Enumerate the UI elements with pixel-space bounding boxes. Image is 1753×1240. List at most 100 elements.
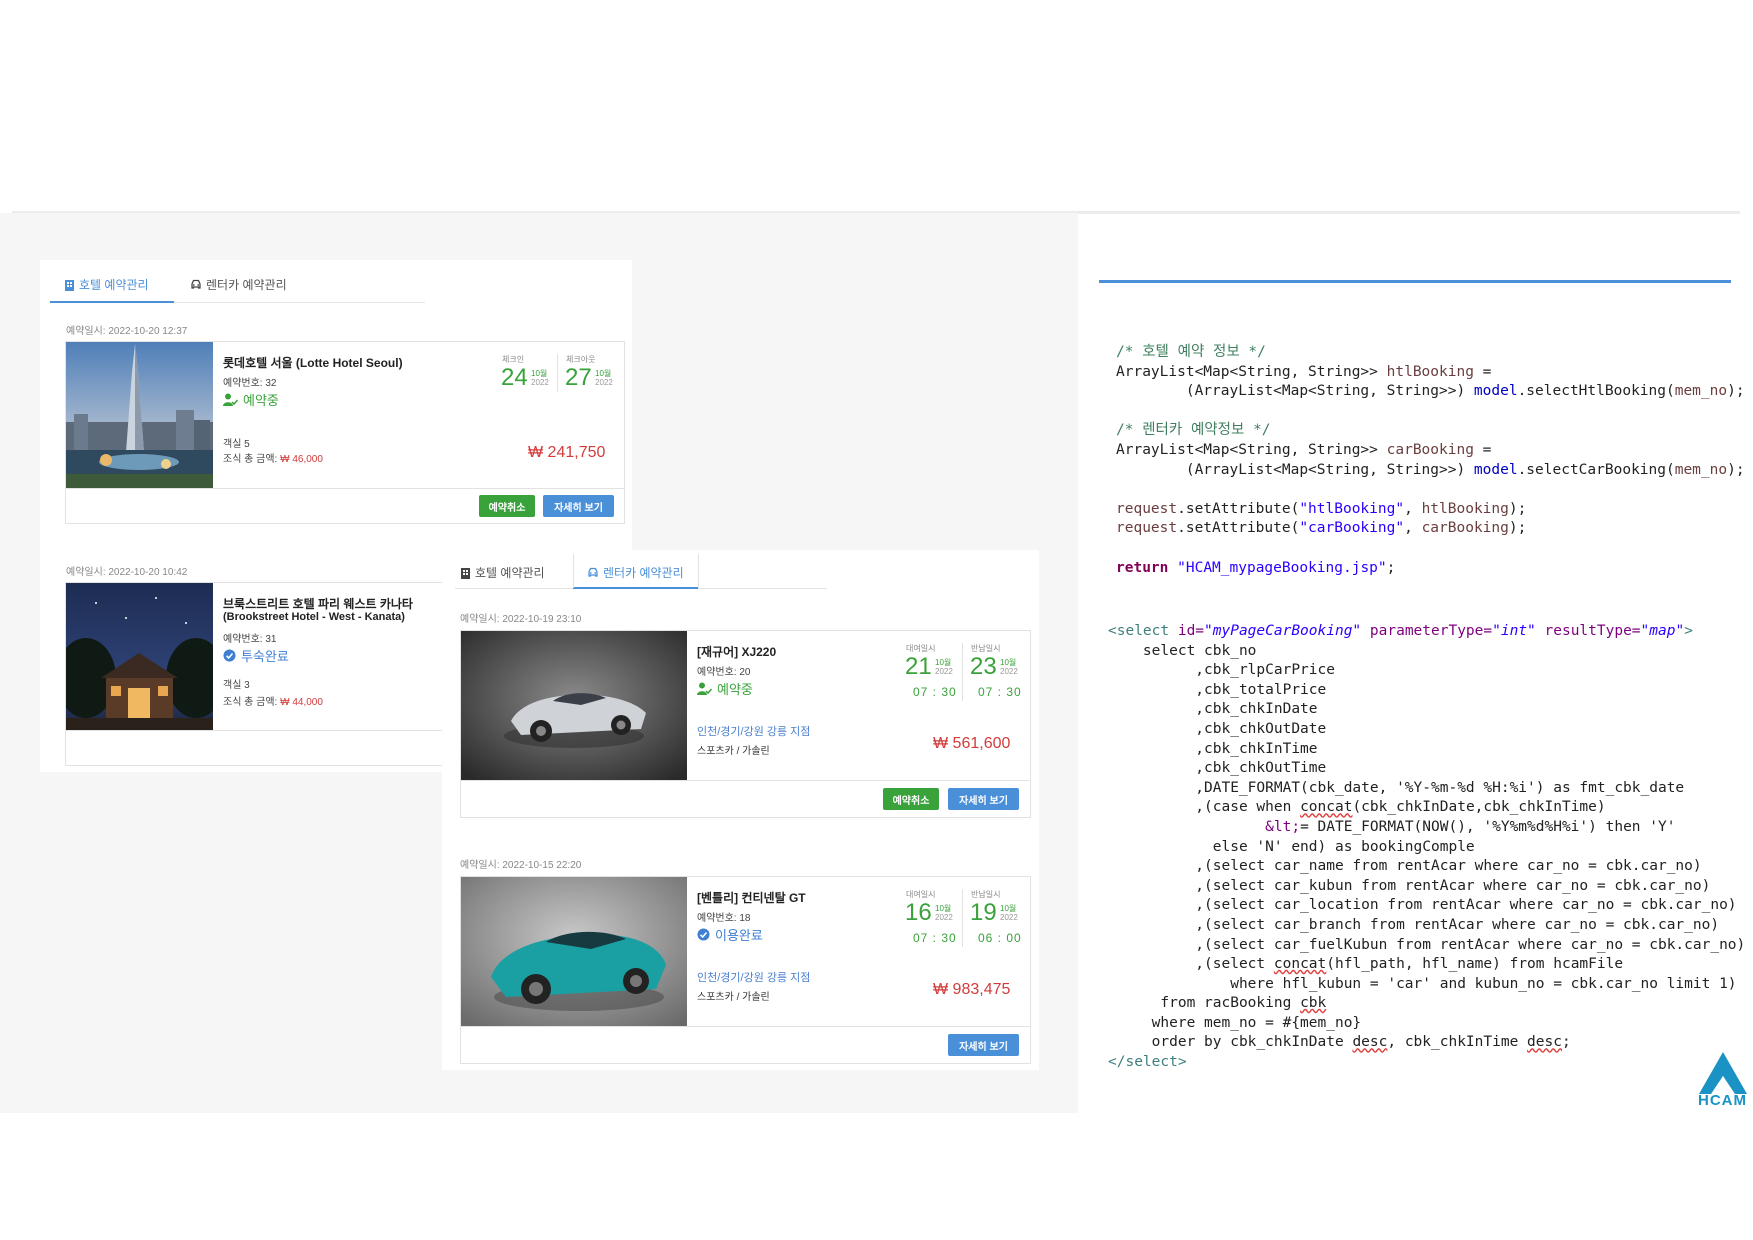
code-line: ,(select car_name from rentAcar where ca… [1108,858,1702,875]
date-separator [962,889,963,947]
code-token: from racBooking [1108,995,1301,1012]
check-circle-icon [697,928,710,941]
hotel-photo [66,342,213,488]
code-token: htlBooking [1421,500,1509,517]
code-token: , cbk_chkInTime [1387,1034,1528,1051]
code-token: = DATE_FORMAT(NOW(), '%Y%m%d%H%i') then … [1300,818,1676,835]
breakfast-amount: ₩ 46,000 [280,454,323,465]
code-token: carBooking [1386,441,1474,458]
rental-month: 10월 [935,904,952,913]
lotte-tower-image [66,342,213,488]
user-icon [223,393,238,406]
tab-hotel-label: 호텔 예약관리 [475,566,545,580]
code-token: = [1473,441,1492,458]
cancel-booking-button[interactable]: 예약취소 [883,788,939,810]
date-separator [962,643,963,701]
rental-month: 10월 [935,658,952,667]
tab-car-booking[interactable]: 렌터카 예약관리 [190,276,287,293]
code-token: "carBooking" [1299,520,1405,537]
booking-date: 예약일시: 2022-10-20 10:42 [66,567,188,578]
checkin-day: 24 [501,364,528,391]
tab-hotel-booking[interactable]: 호텔 예약관리 [460,564,545,581]
checkout-month-year: 10월 2022 [595,369,613,387]
hotel-name-english: (Brookstreet Hotel - West - Kanata) [223,611,405,623]
booking-date: 예약일시: 2022-10-19 23:10 [460,614,582,625]
code-token: (hfl_path, hfl_name) from hcamFile [1326,956,1624,973]
active-tab-indicator [50,301,174,303]
return-time: 06 : 00 [978,931,1022,945]
code-token: request [1116,500,1178,517]
code-line: ,cbk_rlpCarPrice [1108,662,1335,679]
cancel-booking-button[interactable]: 예약취소 [479,495,535,517]
code-line: ,(select car_location from rentAcar wher… [1108,897,1737,914]
code-token: .setAttribute( [1177,500,1300,517]
car-name: [재규어] XJ220 [697,645,777,659]
card-footer-divider [66,730,443,731]
rental-time: 07 : 30 [913,931,957,945]
active-tab-left-border [573,554,574,588]
view-details-button[interactable]: 자세히 보기 [543,495,614,517]
status-badge: 투숙완료 [223,646,289,665]
return-time: 07 : 30 [978,685,1022,699]
card-footer-divider [66,488,624,489]
breakfast-amount: ₩ 44,000 [280,697,323,708]
car-photo [461,631,687,780]
code-token: "htlBooking" [1299,500,1405,517]
code-token: request [1116,520,1178,537]
car-category: 스포츠카 / 가솔린 [697,746,770,757]
code-token: ArrayList<Map<String, String>> [1116,363,1387,380]
view-details-button[interactable]: 자세히 보기 [948,1034,1019,1056]
rental-time: 07 : 30 [913,685,957,699]
return-year: 2022 [1000,913,1018,922]
card-footer-divider [461,1026,1030,1027]
view-details-button[interactable]: 자세히 보기 [948,788,1019,810]
code-token: <select [1108,623,1170,639]
rental-day: 21 [905,653,932,680]
rental-month-year: 10월 2022 [935,904,953,922]
breakfast-label: 조식 총 금액: [223,697,281,708]
card-footer-divider [461,780,1030,781]
code-section-divider [1099,280,1731,283]
car-name: [벤틀리] 컨티넨탈 GT [697,891,806,905]
booking-number: 예약번호: 31 [223,634,277,645]
code-line: ,(select car_branch from rentAcar where … [1108,916,1720,933]
checkout-day: 27 [565,364,592,391]
code-token: "HCAM_mypageBooking.jsp" [1177,559,1387,576]
car-photo [461,877,687,1026]
code-token: &lt; [1265,818,1301,835]
code-token: (cbk_chkInDate,cbk_chkInTime) [1352,799,1606,816]
code-token: (ArrayList<Map<String, String>>) [1116,383,1474,400]
code-token: mem_no [1674,383,1728,400]
car-booking-card: [재규어] XJ220 예약번호: 20 예약중 대여일시 반납일시 21 10… [460,630,1031,818]
rental-month-year: 10월 2022 [935,658,953,676]
status-badge: 예약중 [223,390,279,409]
hotel-booking-card: 브룩스트리트 호텔 파리 웨스트 카나타 (Brookstreet Hotel … [65,582,444,766]
tab-hotel-booking[interactable]: 호텔 예약관리 [64,276,149,293]
status-text: 예약중 [243,393,279,408]
code-token: ; [1561,1034,1571,1051]
hotel-name: 롯데호텔 서울 (Lotte Hotel Seoul) [223,356,403,370]
code-token: parameterType= [1361,623,1493,639]
booking-number: 예약번호: 20 [697,667,751,678]
car-category: 스포츠카 / 가솔린 [697,992,770,1003]
return-day: 23 [970,653,997,680]
code-line: else 'N' end) as bookingComple [1108,838,1475,855]
code-line: ,cbk_totalPrice [1108,681,1327,698]
code-token: .setAttribute( [1177,520,1300,537]
code-token: , [1404,500,1422,517]
total-price: ₩ 561,600 [933,735,1011,752]
code-token: ,(select [1108,956,1274,973]
checkout-month: 10월 [595,369,612,378]
code-token: ); [1727,461,1745,478]
bentley-continental-gt-image [461,877,687,1026]
code-token: ; [1386,559,1396,576]
code-token: ); [1508,520,1527,537]
active-tab-indicator [573,587,698,589]
comment-car-booking: /* 렌터카 예약정보 */ [1116,422,1271,439]
code-token: mem_no [1674,461,1728,478]
car-icon [588,567,598,577]
check-circle-icon [223,649,236,662]
tab-car-booking[interactable]: 렌터카 예약관리 [587,564,684,581]
code-token: resultType= [1535,623,1641,639]
